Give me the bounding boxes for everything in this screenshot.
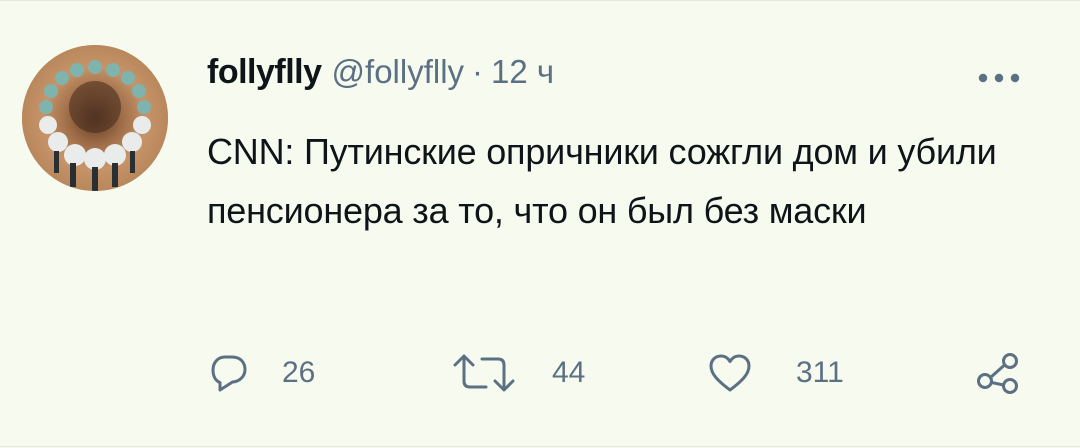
like-count: 311 xyxy=(796,356,844,389)
heart-icon xyxy=(709,354,751,392)
avatar-image xyxy=(22,45,168,191)
share-button[interactable] xyxy=(975,351,1021,395)
separator-dot: · xyxy=(472,53,484,90)
tweet-text: CNN: Путинские опричники сожгли дом и уб… xyxy=(207,131,997,231)
timestamp[interactable]: 12 ч xyxy=(491,53,554,91)
user-handle[interactable]: @follyflly xyxy=(332,53,465,91)
more-horizontal-icon xyxy=(978,73,1020,83)
avatar[interactable] xyxy=(22,45,168,191)
display-name[interactable]: follyflly xyxy=(207,53,322,92)
reply-count: 26 xyxy=(282,356,316,389)
like-button[interactable]: 311 xyxy=(708,351,844,395)
tweet-card[interactable]: follyflly @follyflly · 12 ч CNN: Путинск… xyxy=(0,0,1080,447)
reply-button[interactable]: 26 xyxy=(210,351,315,395)
retweet-icon xyxy=(453,354,515,392)
retweet-count: 44 xyxy=(552,356,586,389)
reply-icon xyxy=(211,355,247,392)
share-icon xyxy=(977,353,1018,394)
retweet-button[interactable]: 44 xyxy=(452,351,585,395)
tweet-header: follyflly @follyflly · 12 ч xyxy=(207,53,554,97)
more-options-button[interactable] xyxy=(975,71,1023,85)
